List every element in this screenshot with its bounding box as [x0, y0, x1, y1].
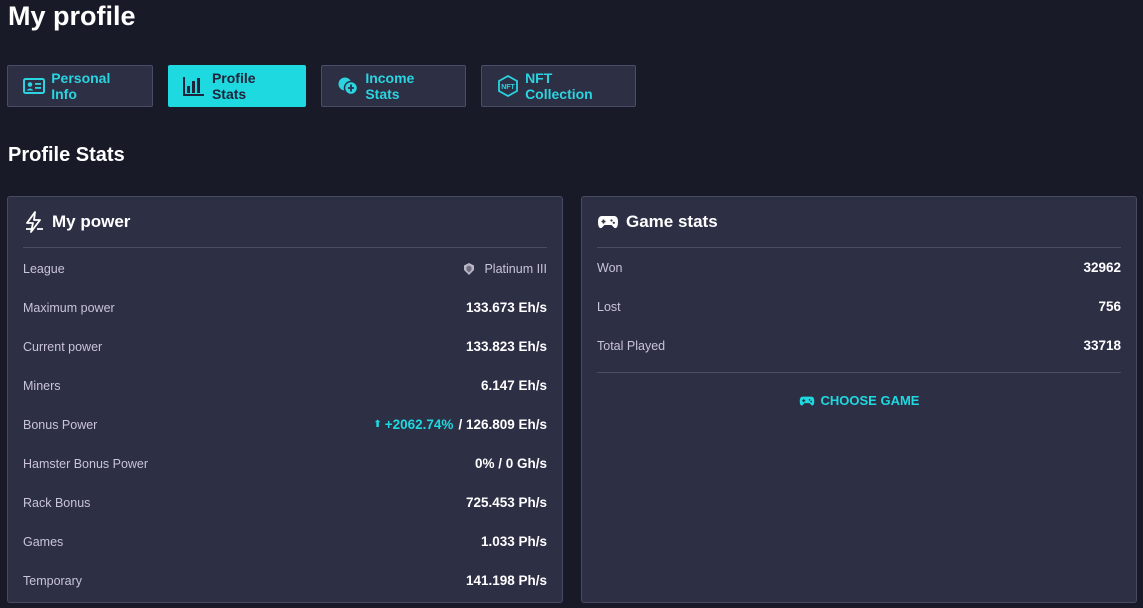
bonus-percent-text: +2062.74%: [384, 417, 454, 432]
stat-value: 0% / 0 Gh/s: [474, 456, 547, 471]
stat-row-maximum-power: Maximum power 133.673 Eh/s: [23, 288, 547, 327]
stat-value: 141.198 Ph/s: [465, 573, 547, 588]
tab-label: Profile Stats: [211, 70, 256, 102]
gamepad-icon: [799, 395, 815, 407]
stat-row-won: Won 32962: [597, 248, 1121, 287]
stat-value: 725.453 Ph/s: [465, 495, 547, 510]
stat-label: League: [23, 261, 65, 276]
tab-label: Personal Info: [51, 70, 111, 102]
stat-row-hamster-bonus-power: Hamster Bonus Power 0% / 0 Gh/s: [23, 444, 547, 483]
stat-label: Bonus Power: [23, 417, 98, 432]
gamepad-icon: [597, 211, 619, 233]
card-title: Game stats: [626, 212, 718, 231]
stat-row-current-power: Current power 133.823 Eh/s: [23, 327, 547, 366]
game-stats-card: Game stats Won 32962 Lost 756 Total Play…: [581, 196, 1137, 603]
stat-label: Hamster Bonus Power: [23, 456, 149, 471]
stat-row-bonus-power: Bonus Power ⬆ +2062.74% / 126.809 Eh/s: [23, 405, 547, 444]
tab-label: NFT Collection: [525, 70, 593, 102]
choose-game-label: CHOOSE GAME: [820, 393, 920, 408]
nft-icon: NFT: [496, 75, 519, 97]
stat-row-league: League Platinum III: [23, 249, 547, 288]
stat-label: Maximum power: [23, 300, 115, 315]
bonus-value: / 126.809 Eh/s: [458, 417, 547, 432]
stat-label: Games: [23, 534, 64, 549]
profile-tabs: Personal Info Profile Stats Income Stats…: [7, 65, 651, 107]
stat-label: Rack Bonus: [23, 495, 91, 510]
stat-value: 133.673 Eh/s: [465, 300, 547, 315]
league-name: Platinum III: [484, 261, 547, 276]
stat-label: Total Played: [597, 338, 666, 353]
arrow-up-icon: ⬆: [373, 419, 382, 430]
stat-row-total-played: Total Played 33718: [597, 326, 1121, 365]
card-header: Game stats: [597, 197, 1121, 248]
stat-value: 32962: [1083, 260, 1121, 275]
stat-label: Miners: [23, 378, 61, 393]
stat-value: 6.147 Eh/s: [480, 378, 547, 393]
divider: [597, 372, 1121, 373]
tab-nft-collection[interactable]: NFT NFT Collection: [481, 65, 636, 107]
stat-value: 756: [1098, 299, 1121, 314]
bonus-percent: ⬆ +2062.74%: [373, 417, 453, 432]
stat-row-games: Games 1.033 Ph/s: [23, 522, 547, 561]
stat-label: Lost: [597, 299, 621, 314]
lightning-icon: [23, 211, 45, 233]
stat-row-lost: Lost 756: [597, 287, 1121, 326]
stat-row-miners: Miners 6.147 Eh/s: [23, 366, 547, 405]
tab-label: Income Stats: [365, 70, 415, 102]
card-title: My power: [52, 212, 131, 231]
stat-row-temporary: Temporary 141.198 Ph/s: [23, 561, 547, 600]
id-card-icon: [22, 75, 45, 97]
tab-personal-info[interactable]: Personal Info: [7, 65, 153, 107]
stat-value: 33718: [1083, 338, 1121, 353]
stat-label: Won: [597, 260, 623, 275]
stat-value: ⬆ +2062.74% / 126.809 Eh/s: [373, 417, 547, 432]
coins-icon: [336, 75, 359, 97]
tab-income-stats[interactable]: Income Stats: [321, 65, 466, 107]
stat-value: 1.033 Ph/s: [480, 534, 547, 549]
profile-page: My profile Personal Info Profile Stats I…: [0, 0, 1143, 608]
bar-chart-icon: [183, 75, 206, 97]
page-title: My profile: [8, 1, 136, 31]
league-badge-icon: [464, 262, 475, 275]
stat-value: 133.823 Eh/s: [465, 339, 547, 354]
tab-profile-stats[interactable]: Profile Stats: [168, 65, 306, 107]
svg-text:NFT: NFT: [501, 84, 515, 91]
choose-game-button[interactable]: CHOOSE GAME: [582, 393, 1136, 408]
my-power-card: My power League Platinum III Maximum pow…: [7, 196, 563, 603]
section-title: Profile Stats: [8, 144, 125, 166]
power-stats-list: League Platinum III Maximum power 133.67…: [23, 249, 547, 600]
stat-label: Temporary: [23, 573, 83, 588]
stat-row-rack-bonus: Rack Bonus 725.453 Ph/s: [23, 483, 547, 522]
game-stats-list: Won 32962 Lost 756 Total Played 33718: [597, 248, 1121, 365]
stat-label: Current power: [23, 339, 103, 354]
card-header: My power: [23, 197, 547, 248]
stat-value: Platinum III: [462, 262, 547, 276]
